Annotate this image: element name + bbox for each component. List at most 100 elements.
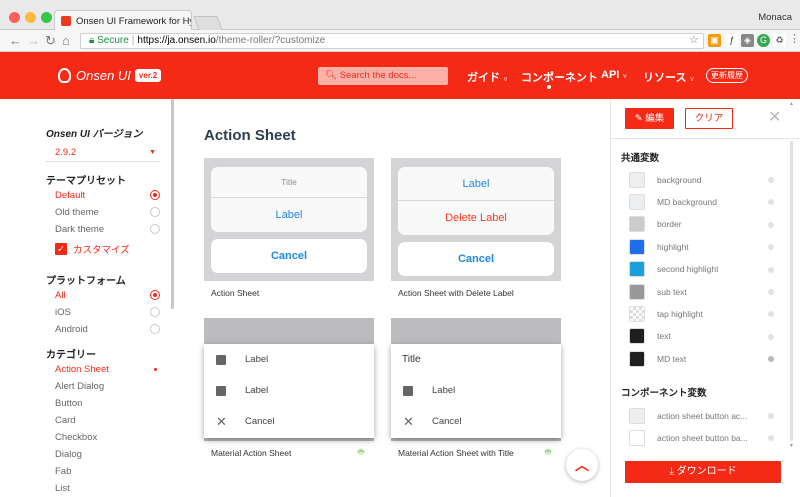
variable-row[interactable]: highlight xyxy=(629,238,774,255)
category-checkbox[interactable]: Checkbox xyxy=(55,432,160,443)
material-sheet-title: Title xyxy=(402,354,421,365)
onsen-logo[interactable]: Onsen UI ver.2 xyxy=(58,68,162,83)
search-icon: 🔍︎ xyxy=(325,70,338,81)
browser-tab[interactable]: Onsen UI Framework for Hybri xyxy=(54,10,192,31)
search-input[interactable]: 🔍︎ Search the docs... xyxy=(318,67,448,85)
theme-editor-panel: ✎ 編集 クリア ✕ 共通変数 コンポーネント変数 ▲ ▼ ⤓ ダウンロード b… xyxy=(610,99,800,497)
nav-guide[interactable]: ガイド ∨ xyxy=(467,69,508,85)
main-content: Action Sheet Title Label Cancel Action S… xyxy=(178,99,608,497)
page-title: Action Sheet xyxy=(204,127,296,144)
radio-icon xyxy=(150,307,160,317)
variable-row[interactable]: MD background xyxy=(629,193,774,210)
radio-icon xyxy=(150,324,160,334)
forward-arrow-icon[interactable]: → xyxy=(27,33,40,48)
color-swatch[interactable] xyxy=(629,350,645,367)
variable-row[interactable]: second highlight xyxy=(629,261,774,278)
square-icon xyxy=(216,354,226,365)
font-extension-icon[interactable]: ƒ xyxy=(725,34,738,47)
material-sheet: Title Label ✕ Cancel xyxy=(391,344,561,438)
nav-components[interactable]: コンポーネント xyxy=(521,69,598,85)
color-swatch[interactable] xyxy=(629,171,645,188)
close-window-button[interactable] xyxy=(9,12,20,23)
variable-row[interactable]: border xyxy=(629,216,774,233)
material-sheet-row: Label xyxy=(391,375,561,406)
menu-kebab-icon[interactable]: ⋮ xyxy=(789,32,800,47)
preset-dark-theme[interactable]: Dark theme xyxy=(55,224,160,235)
category-list[interactable]: List xyxy=(55,483,160,494)
onsen-logo-icon xyxy=(58,68,71,83)
color-swatch[interactable] xyxy=(629,216,645,233)
bookmark-star-icon[interactable]: ☆ xyxy=(689,33,699,48)
checkmark-icon: ✓ xyxy=(55,243,67,255)
extension-icon[interactable]: ◈ xyxy=(741,34,754,47)
category-fab[interactable]: Fab xyxy=(55,466,160,477)
component-vars-heading: コンポーネント変数 xyxy=(621,388,707,399)
preset-old-theme[interactable]: Old theme xyxy=(55,207,160,218)
color-swatch[interactable] xyxy=(629,261,645,278)
close-icon: ✕ xyxy=(216,413,227,429)
download-icon: ⤓ xyxy=(669,466,674,477)
new-tab-button[interactable] xyxy=(193,16,223,30)
reload-icon[interactable]: ↻ xyxy=(45,33,56,48)
color-swatch[interactable] xyxy=(629,283,645,300)
card-caption: Material Action Sheet with Title xyxy=(398,448,514,458)
url-path: /theme-roller/?customize xyxy=(215,35,326,46)
platform-ios[interactable]: iOS xyxy=(55,307,160,318)
chevron-up-icon: ︿ xyxy=(575,457,589,473)
clear-button[interactable]: クリア xyxy=(685,108,733,129)
minimize-window-button[interactable] xyxy=(25,12,36,23)
edit-button[interactable]: ✎ 編集 xyxy=(625,108,674,129)
variable-row[interactable]: tap highlight xyxy=(629,305,774,322)
sidebar-scrollbar[interactable] xyxy=(171,99,174,309)
category-dialog[interactable]: Dialog xyxy=(55,449,160,460)
version-select[interactable]: 2.9.2 ▼ xyxy=(46,143,160,162)
panel-scrollbar[interactable] xyxy=(790,141,793,441)
variable-row[interactable]: text xyxy=(629,328,774,345)
variable-name: tap highlight xyxy=(657,308,703,319)
color-swatch[interactable] xyxy=(629,238,645,255)
zoom-window-button[interactable] xyxy=(41,12,52,23)
common-vars-heading: 共通変数 xyxy=(621,153,660,164)
scroll-up-arrow-icon[interactable]: ▲ xyxy=(789,101,794,107)
nav-api[interactable]: API ∨ xyxy=(601,69,627,81)
whats-new-button[interactable]: 更新履歴 xyxy=(706,68,748,83)
category-alert-dialog[interactable]: Alert Dialog xyxy=(55,381,160,392)
variable-row[interactable]: background xyxy=(629,171,774,188)
platform-android[interactable]: Android xyxy=(55,324,160,335)
scroll-to-top-button[interactable]: ︿ xyxy=(566,449,598,481)
nav-resources[interactable]: リソース ∨ xyxy=(643,69,695,85)
home-icon[interactable]: ⌂ xyxy=(62,33,70,48)
download-button[interactable]: ⤓ ダウンロード xyxy=(625,461,781,483)
category-action-sheet[interactable]: Action Sheet xyxy=(55,364,160,375)
url-field[interactable]: 🔒︎ Secure | https://ja.onsen.io/theme-roll… xyxy=(80,33,704,49)
close-icon[interactable]: ✕ xyxy=(768,107,781,127)
variable-row[interactable]: MD text xyxy=(629,350,774,367)
color-swatch[interactable] xyxy=(629,305,645,322)
variable-row[interactable]: action sheet button ac... xyxy=(629,407,774,424)
category-button[interactable]: Button xyxy=(55,398,160,409)
preset-default[interactable]: Default xyxy=(55,190,160,201)
sheet-action-label: Label xyxy=(398,167,554,201)
grammarly-icon[interactable]: G xyxy=(757,34,770,47)
material-sheet-preview: Label Label ✕ Cancel xyxy=(204,318,374,441)
variable-row[interactable]: action sheet button ba... xyxy=(629,429,774,446)
scroll-down-arrow-icon[interactable]: ▼ xyxy=(789,443,794,449)
platform-all[interactable]: All xyxy=(55,290,160,301)
address-bar: ← → ↻ ⌂ 🔒︎ Secure | https://ja.onsen.io/th… xyxy=(0,30,800,52)
profile-name[interactable]: Monaca xyxy=(758,12,792,23)
material-sheet-row: ✕ Cancel xyxy=(216,413,275,429)
radio-icon xyxy=(150,224,160,234)
category-card[interactable]: Card xyxy=(55,415,160,426)
color-swatch[interactable] xyxy=(629,407,645,424)
left-sidebar: Onsen UI バージョン 2.9.2 ▼ テーマプリセット Default … xyxy=(0,99,178,497)
recycle-extension-icon[interactable]: ♻ xyxy=(773,34,786,47)
color-swatch[interactable] xyxy=(629,328,645,345)
back-arrow-icon[interactable]: ← xyxy=(9,33,22,48)
variable-row[interactable]: sub text xyxy=(629,283,774,300)
rss-extension-icon[interactable]: ▣ xyxy=(708,34,721,47)
customize-checkbox[interactable]: ✓ カスタマイズ xyxy=(55,242,130,256)
color-swatch[interactable] xyxy=(629,193,645,210)
color-swatch[interactable] xyxy=(629,429,645,446)
category-heading: カテゴリー xyxy=(46,350,96,361)
default-indicator-icon xyxy=(768,221,774,228)
